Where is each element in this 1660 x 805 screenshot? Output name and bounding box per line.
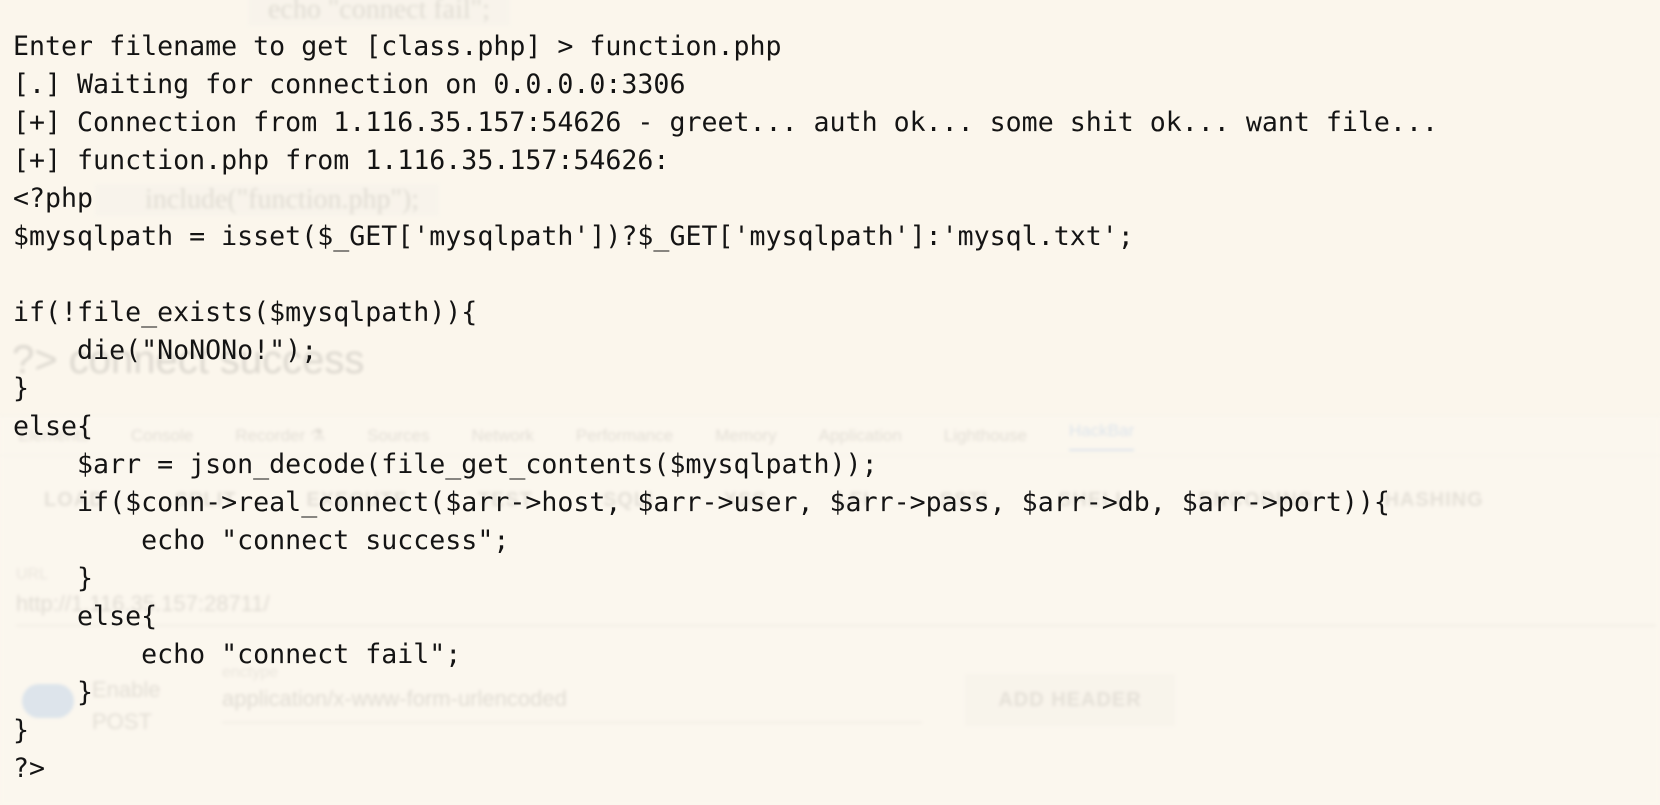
terminal-line: }	[13, 677, 94, 708]
terminal-line: <?php	[13, 183, 94, 214]
terminal-output[interactable]: Enter filename to get [class.php] > func…	[13, 28, 1653, 798]
terminal-line: die("NoNONo!");	[13, 335, 318, 366]
terminal-line: if(!file_exists($mysqlpath)){	[13, 297, 478, 328]
terminal-line: echo "connect fail";	[13, 639, 462, 670]
terminal-line: [+] function.php from 1.116.35.157:54626…	[13, 145, 670, 176]
terminal-line: else{	[13, 411, 94, 442]
terminal-line: }	[13, 563, 94, 594]
terminal-line: $arr = json_decode(file_get_contents($my…	[13, 449, 878, 480]
background-code-line: echo "connect fail";	[248, 0, 510, 26]
terminal-line: [+] Connection from 1.116.35.157:54626 -…	[13, 107, 1438, 138]
terminal-line: Enter filename to get [class.php] > func…	[13, 31, 782, 62]
terminal-line: ?>	[13, 753, 46, 784]
screen: echo "connect fail"; include("function.p…	[0, 0, 1660, 805]
terminal-line: [.] Waiting for connection on 0.0.0.0:33…	[13, 69, 686, 100]
terminal-line: }	[13, 373, 30, 404]
terminal-line: if($conn->real_connect($arr->host, $arr-…	[13, 487, 1390, 518]
terminal-line: }	[13, 715, 30, 746]
terminal-line: echo "connect success";	[13, 525, 510, 556]
terminal-line: else{	[13, 601, 158, 632]
terminal-line: $mysqlpath = isset($_GET['mysqlpath'])?$…	[13, 221, 1134, 252]
